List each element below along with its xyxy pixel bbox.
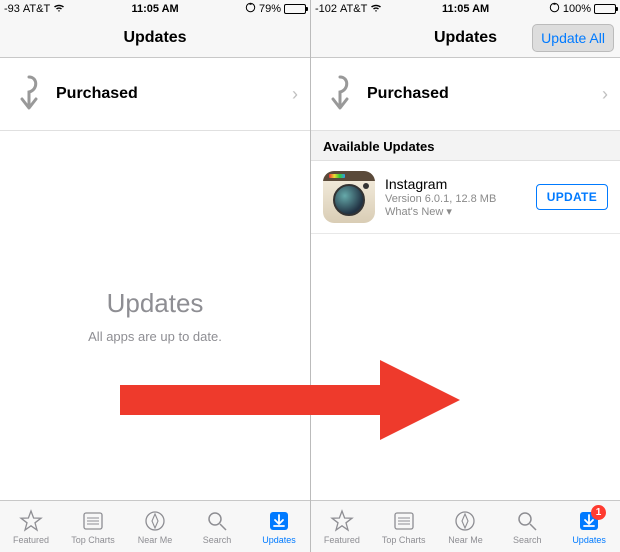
update-all-button[interactable]: Update All [532, 24, 614, 52]
battery-percent: 79% [259, 3, 281, 15]
tab-updates[interactable]: Updates [248, 501, 310, 552]
tab-nearme[interactable]: Near Me [435, 501, 497, 552]
purchased-icon [12, 74, 46, 114]
rotation-lock-icon [549, 2, 560, 16]
wifi-icon [370, 3, 382, 16]
battery-icon [594, 4, 616, 14]
tab-label: Updates [572, 535, 606, 545]
update-button[interactable]: UPDATE [536, 184, 608, 210]
nav-bar: Updates Update All [311, 18, 620, 58]
tab-label: Featured [324, 535, 360, 545]
app-icon-instagram [323, 171, 375, 223]
chevron-right-icon: › [292, 84, 298, 105]
compass-icon [453, 509, 477, 533]
content-area [311, 234, 620, 500]
page-title: Updates [123, 29, 186, 47]
star-icon [19, 509, 43, 533]
chevron-right-icon: › [602, 84, 608, 105]
tab-bar: Featured Top Charts Near Me Search Updat… [0, 500, 310, 552]
nav-bar: Updates [0, 18, 310, 58]
tab-label: Featured [13, 535, 49, 545]
tab-label: Updates [262, 535, 296, 545]
carrier-label: AT&T [23, 3, 50, 15]
tab-search[interactable]: Search [186, 501, 248, 552]
tab-nearme[interactable]: Near Me [124, 501, 186, 552]
battery-percent: 100% [563, 3, 591, 15]
whats-new-link[interactable]: What's New ▾ [385, 205, 536, 218]
phone-right: -102 AT&T 11:05 AM 100% Updates Update A… [310, 0, 620, 552]
tab-updates[interactable]: Updates 1 [558, 501, 620, 552]
wifi-icon [53, 3, 65, 16]
search-icon [515, 509, 539, 533]
purchased-icon [323, 74, 357, 114]
signal-strength: -93 [4, 3, 20, 15]
tab-label: Top Charts [382, 535, 426, 545]
tab-topcharts[interactable]: Top Charts [62, 501, 124, 552]
status-bar: -102 AT&T 11:05 AM 100% [311, 0, 620, 18]
empty-subtitle: All apps are up to date. [88, 329, 222, 344]
carrier-label: AT&T [340, 3, 367, 15]
tab-label: Near Me [448, 535, 483, 545]
battery-icon [284, 4, 306, 14]
list-icon [392, 509, 416, 533]
tab-search[interactable]: Search [496, 501, 558, 552]
page-title: Updates [434, 29, 497, 47]
updates-badge: 1 [591, 505, 606, 520]
tab-label: Search [203, 535, 232, 545]
tab-featured[interactable]: Featured [311, 501, 373, 552]
rotation-lock-icon [245, 2, 256, 16]
signal-strength: -102 [315, 3, 337, 15]
download-icon [267, 509, 291, 533]
purchased-label: Purchased [367, 85, 602, 103]
app-name: Instagram [385, 176, 536, 192]
clock: 11:05 AM [382, 3, 549, 15]
empty-title: Updates [107, 288, 204, 319]
compass-icon [143, 509, 167, 533]
purchased-row[interactable]: Purchased › [311, 58, 620, 131]
empty-state: Updates All apps are up to date. [0, 131, 310, 500]
update-row[interactable]: Instagram Version 6.0.1, 12.8 MB What's … [311, 161, 620, 234]
available-updates-header: Available Updates [311, 131, 620, 161]
list-icon [81, 509, 105, 533]
tab-featured[interactable]: Featured [0, 501, 62, 552]
tab-label: Top Charts [71, 535, 115, 545]
status-bar: -93 AT&T 11:05 AM 79% [0, 0, 310, 18]
purchased-row[interactable]: Purchased › [0, 58, 310, 131]
tab-bar: Featured Top Charts Near Me Search Updat… [311, 500, 620, 552]
purchased-label: Purchased [56, 85, 292, 103]
tab-label: Search [513, 535, 542, 545]
tab-topcharts[interactable]: Top Charts [373, 501, 435, 552]
phone-left: -93 AT&T 11:05 AM 79% Updates Pur [0, 0, 310, 552]
search-icon [205, 509, 229, 533]
clock: 11:05 AM [65, 3, 245, 15]
tab-label: Near Me [138, 535, 173, 545]
app-version: Version 6.0.1, 12.8 MB [385, 193, 536, 205]
star-icon [330, 509, 354, 533]
